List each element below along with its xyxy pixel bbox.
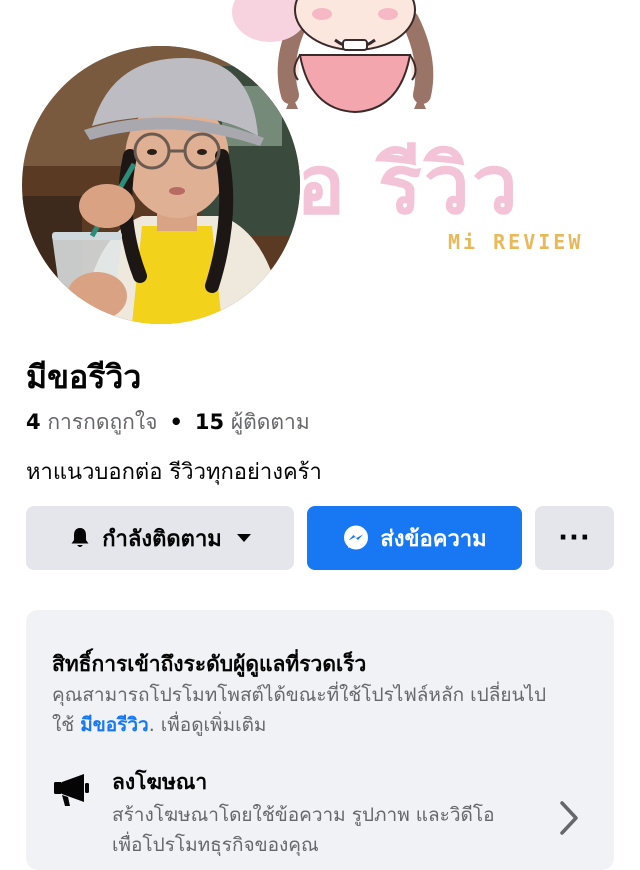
more-options-button[interactable]: ···	[535, 506, 614, 570]
more-options-label: ···	[558, 523, 591, 553]
profile-avatar[interactable]	[18, 42, 304, 328]
admin-access-card: สิทธิ์การเข้าถึงระดับผู้ดูแลที่รวดเร็ว ค…	[26, 610, 614, 870]
likes-count[interactable]: 4	[26, 410, 41, 434]
card-title: สิทธิ์การเข้าถึงระดับผู้ดูแลที่รวดเร็ว	[52, 652, 367, 676]
megaphone-icon	[52, 770, 92, 814]
card-desc-prefix: ใช้	[52, 714, 75, 736]
create-ad-row[interactable]: ลงโฆษณา สร้างโฆษณาโดยใช้ข้อความ รูปภาพ แ…	[26, 760, 614, 870]
messenger-icon	[342, 524, 370, 552]
profile-stats: 4 การกดถูกใจ • 15 ผู้ติดตาม	[26, 406, 310, 439]
card-description: คุณสามารถโปรโมทโพสต์ได้ขณะที่ใช้โปรไฟล์ห…	[52, 684, 547, 706]
create-ad-title: ลงโฆษณา	[112, 770, 208, 794]
create-ad-description: สร้างโฆษณาโดยใช้ข้อความ รูปภาพ และวิดีโอ	[112, 804, 495, 826]
stats-separator: •	[169, 410, 183, 434]
following-button[interactable]: กำลังติดตาม	[26, 506, 294, 570]
chevron-right-icon	[558, 800, 580, 840]
profile-bio: หาแนวบอกต่อ รีวิวทุกอย่างคร้า	[26, 460, 322, 485]
send-message-label: ส่งข้อความ	[380, 526, 487, 552]
switch-profile-link[interactable]: มีขอรีวิว	[80, 714, 148, 736]
page-title: มีขอรีวิว	[26, 358, 142, 396]
following-label: กำลังติดตาม	[102, 526, 222, 552]
card-description-line2: ใช้ มีขอรีวิว. เพื่อดูเพิ่มเติม	[52, 710, 266, 740]
bell-icon	[68, 526, 92, 550]
avatar-photo	[22, 46, 300, 324]
send-message-button[interactable]: ส่งข้อความ	[307, 506, 522, 570]
followers-count[interactable]: 15	[195, 410, 224, 434]
likes-label[interactable]: การกดถูกใจ	[47, 410, 157, 434]
chevron-down-icon	[236, 530, 252, 546]
card-desc-suffix: . เพื่อดูเพิ่มเติม	[148, 714, 267, 736]
followers-label[interactable]: ผู้ติดตาม	[231, 410, 310, 434]
cover-subtitle-text: Mi REVIEW	[448, 230, 584, 254]
